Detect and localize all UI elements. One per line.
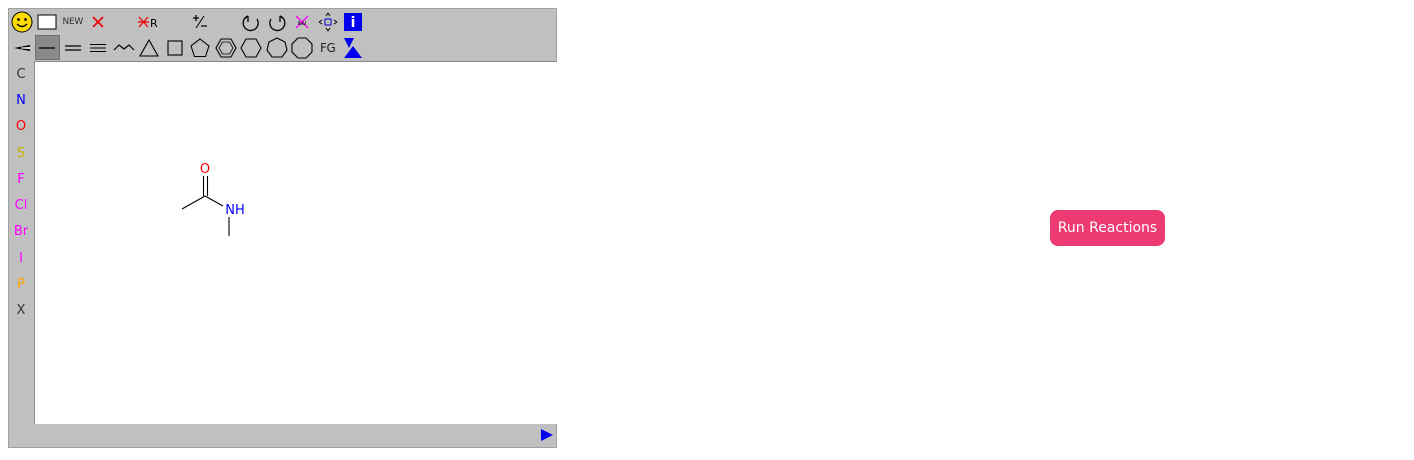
move-arrows-icon [318,12,338,31]
octagon-ring-icon [291,36,313,59]
delete-x-icon [92,15,104,28]
undo-icon [242,14,260,31]
remove-r-label: R [150,17,158,30]
atom-button-x[interactable]: X [9,298,33,324]
double-bond-icon [64,44,81,51]
info-button[interactable]: i [341,9,367,34]
ring3-button[interactable] [137,35,163,60]
ring7-button[interactable] [264,35,290,60]
atom-button-f[interactable]: F [9,166,33,192]
new-label: NEW [62,16,84,27]
empty-toolbar-slot [162,9,188,34]
triple-bond-button[interactable] [86,35,112,60]
delete-button[interactable] [86,9,112,34]
redo-icon [268,14,286,31]
atom-label: S [16,145,26,161]
delete-hydrogens-icon [295,15,309,28]
move-button[interactable] [315,9,341,34]
jsme-editor: NEW R i FG C N O S F Cl Br I P X O NH [8,8,557,448]
atom-button-s[interactable]: S [9,140,33,166]
bond-carbonyl-nitrogen [204,195,224,207]
atom-button-cl[interactable]: Cl [9,192,33,218]
atom-button-i[interactable]: I [9,245,33,271]
hexagon-ring-icon [240,37,262,58]
atom-label: Br [13,224,29,240]
smiley-menu-button[interactable] [9,9,35,34]
oxygen-atom-label: O [200,162,210,177]
charge-button[interactable] [188,9,214,34]
atom-button-c[interactable]: C [9,61,33,87]
play-arrow-icon[interactable] [540,428,554,442]
redo-button[interactable] [264,9,290,34]
smiley-icon [11,11,33,32]
benzene-ring-icon [215,37,237,58]
info-label: i [351,15,356,31]
wedge-bond-icon [13,44,30,51]
select-rectangle-button[interactable] [35,9,61,34]
atom-button-o[interactable]: O [9,114,33,140]
stereo-bond-button[interactable] [9,35,35,60]
charge-icon [193,14,208,28]
atom-button-p[interactable]: P [9,271,33,297]
empty-toolbar-slot [111,9,137,34]
empty-toolbar-slot [213,9,239,34]
chain-icon [113,43,135,50]
ring4-button[interactable] [162,35,188,60]
benzene-button[interactable] [213,35,239,60]
atom-button-br[interactable]: Br [9,219,33,245]
bond-carbonyl-double [202,176,209,196]
fg-label: FG [319,40,336,55]
drawing-canvas[interactable]: O NH [34,61,557,424]
new-button[interactable]: NEW [60,9,86,34]
ring5-button[interactable] [188,35,214,60]
atom-label: N [16,92,26,108]
bond-methyl-carbonyl [181,195,206,210]
double-bond-button[interactable] [60,35,86,60]
atom-label: I [19,250,23,266]
more-rings-button[interactable] [341,35,367,60]
single-bond-button[interactable] [34,35,60,60]
molecule-drawing: O NH [181,162,245,236]
ring6-button[interactable] [239,35,265,60]
toolbar-row-2: FG [9,35,366,60]
atom-label: Cl [14,198,28,214]
heptagon-ring-icon [266,36,288,58]
triple-bond-icon [90,43,107,52]
atom-label: F [17,171,25,187]
delete-r-icon: R [138,16,158,30]
functional-group-button[interactable]: FG [315,35,341,60]
chain-button[interactable] [111,35,137,60]
delete-hydrogens-button[interactable] [290,9,316,34]
atom-sidebar: C N O S F Cl Br I P X [9,61,33,324]
atom-label: P [17,277,25,293]
info-icon: i [344,12,363,31]
toolbar-row-1: NEW R i [9,9,366,34]
triangle-ring-icon [139,38,160,57]
single-bond-icon [39,46,56,49]
delete-r-group-button[interactable]: R [137,9,163,34]
pentagon-ring-icon [190,37,210,57]
atom-label: C [16,66,26,82]
atom-label: O [15,119,27,135]
atom-label: X [16,303,26,319]
atom-button-n[interactable]: N [9,87,33,113]
blue-triangles-icon [344,37,363,58]
square-ring-icon [167,39,183,56]
nitrogen-atom-label: NH [225,203,245,218]
ring8-button[interactable] [290,35,316,60]
undo-button[interactable] [239,9,265,34]
rectangle-icon [37,14,57,29]
run-reactions-button[interactable]: Run Reactions [1050,210,1165,246]
